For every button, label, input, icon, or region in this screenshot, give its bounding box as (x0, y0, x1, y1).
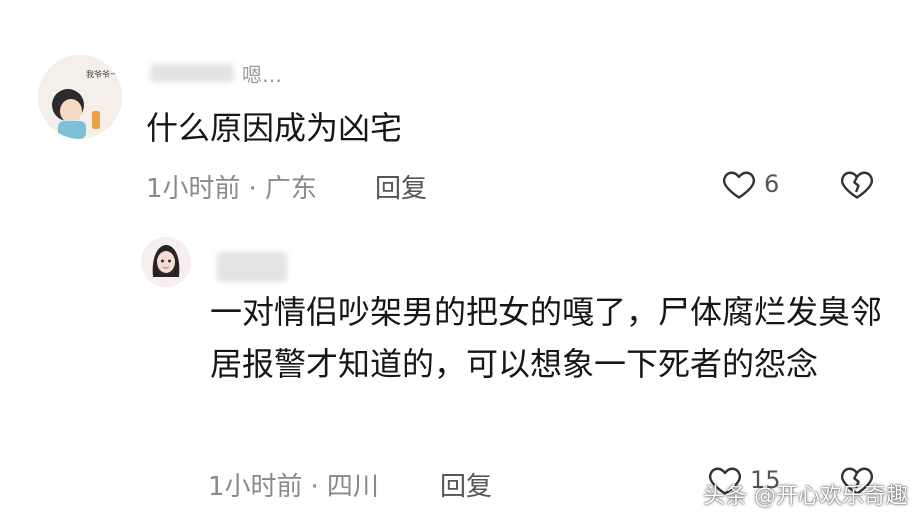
comment-meta: 1小时前 · 广东 (146, 168, 317, 205)
reply-button[interactable]: 回复 (440, 466, 492, 503)
watermark: 头条 @开心欢乐奇趣 (703, 484, 908, 509)
username-mask[interactable] (217, 252, 287, 282)
comment-meta: 1小时前 · 四川 (208, 466, 379, 503)
meta-separator: · (248, 174, 257, 204)
broken-heart-icon (838, 166, 876, 202)
comment-text: 一对情侣吵架男的把女的嘎了，尸体腐烂发臭邻居报警才知道的，可以想象一下死者的怨念 (210, 293, 883, 383)
like-count: 6 (764, 170, 780, 198)
heart-icon (720, 166, 758, 202)
comment-time: 1小时前 (208, 472, 303, 502)
avatar-caption: 我爷爷一生 (86, 69, 122, 79)
comment-time: 1小时前 (146, 174, 241, 204)
like-button[interactable]: 6 (720, 166, 779, 202)
reply-button[interactable]: 回复 (375, 168, 427, 205)
avatar-illustration (141, 237, 191, 287)
username-text: 嗯… (242, 62, 282, 87)
meta-separator: · (310, 472, 319, 502)
username[interactable]: 嗯… (150, 60, 282, 87)
avatar[interactable] (141, 237, 191, 287)
comment-location: 四川 (326, 472, 379, 502)
comment-location: 广东 (264, 174, 317, 204)
avatar-illustration: 我爷爷一生 (38, 55, 122, 139)
dislike-button[interactable] (838, 166, 876, 202)
avatar[interactable]: 我爷爷一生 (38, 55, 122, 139)
username-mask (150, 64, 234, 82)
comment-text: 什么原因成为凶宅 (146, 109, 403, 147)
